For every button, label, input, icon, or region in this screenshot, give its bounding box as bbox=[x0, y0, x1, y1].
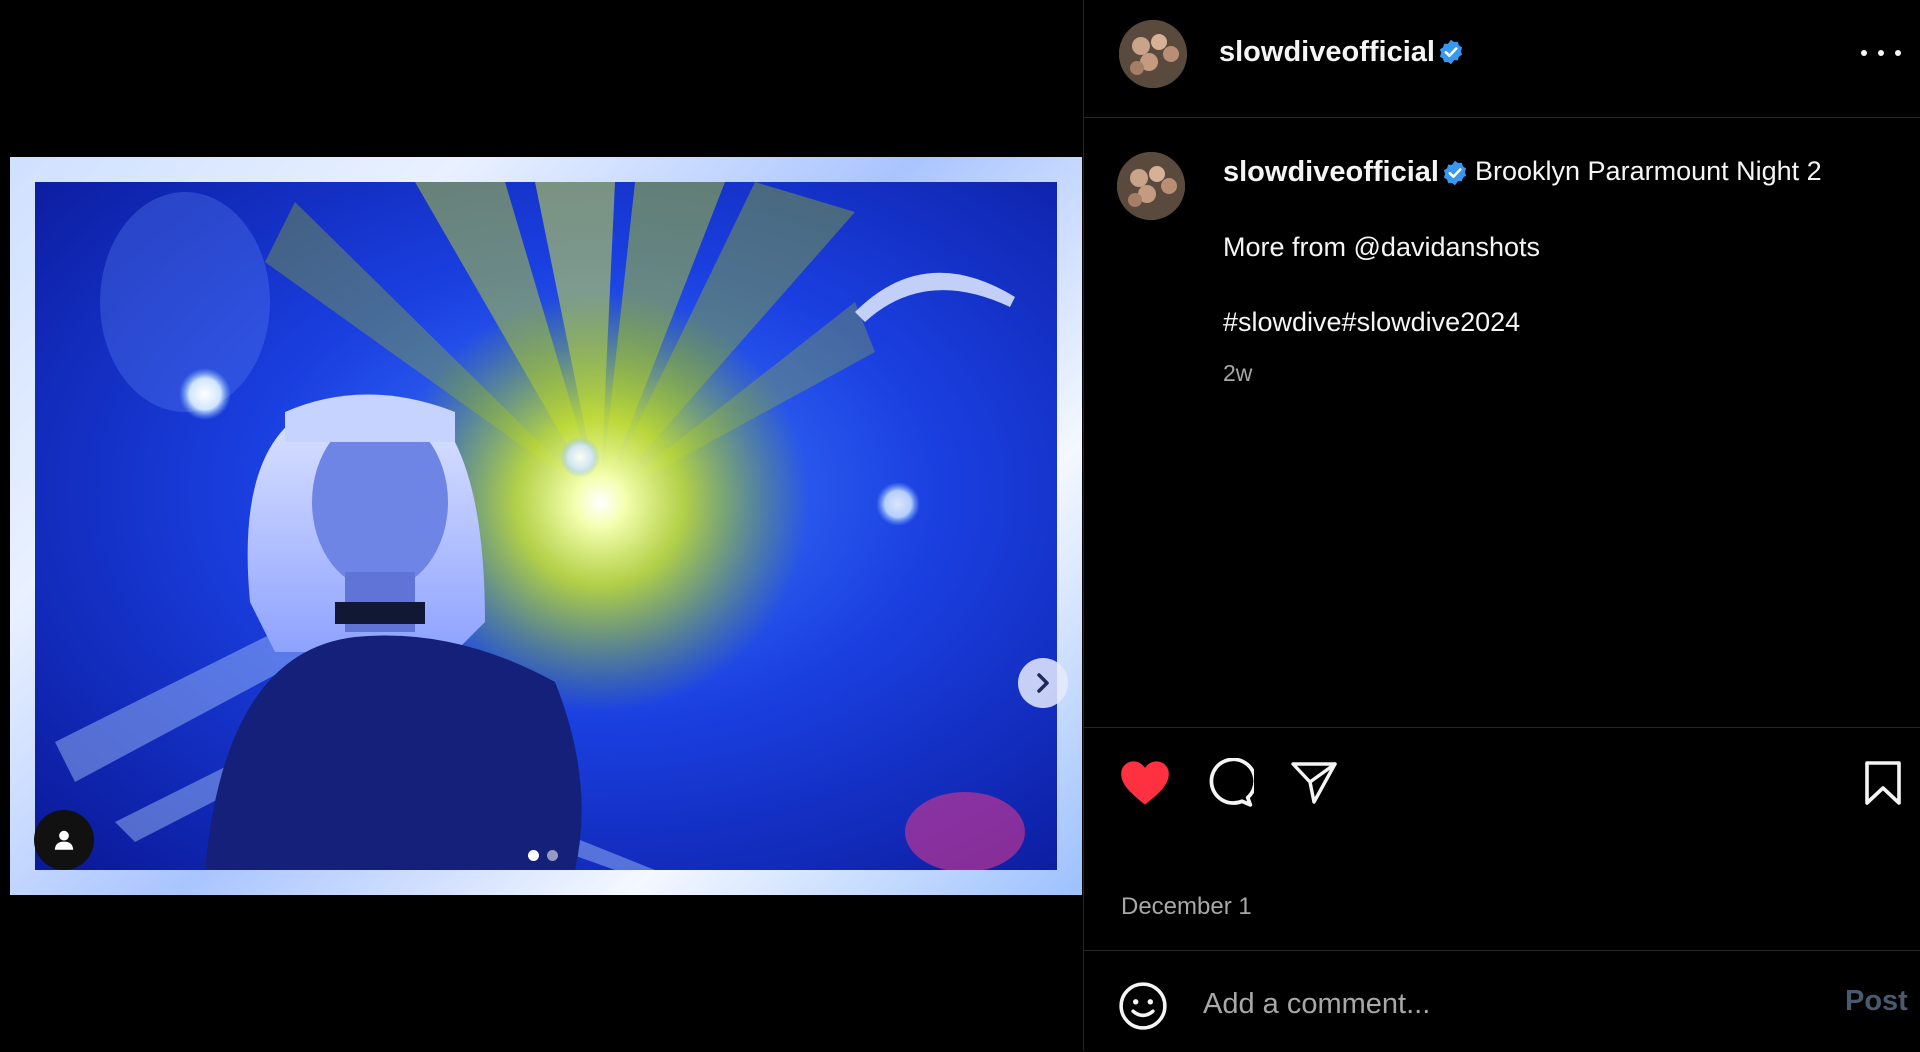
caption-hashtags[interactable]: #slowdive#slowdive2024 bbox=[1223, 307, 1520, 338]
caption-username[interactable]: slowdiveofficial bbox=[1223, 156, 1439, 189]
author-username[interactable]: slowdiveofficial bbox=[1219, 36, 1435, 69]
comment-bar: Post bbox=[1084, 950, 1920, 1052]
heart-filled-icon[interactable] bbox=[1119, 759, 1171, 807]
comment-input[interactable] bbox=[1201, 983, 1775, 1025]
carousel-indicator bbox=[528, 850, 558, 861]
caption-title: Brooklyn Pararmount Night 2 bbox=[1475, 156, 1822, 186]
caption-age: 2w bbox=[1223, 360, 1253, 386]
avatar-image bbox=[1117, 152, 1185, 220]
bookmark-icon[interactable] bbox=[1863, 760, 1903, 806]
more-options-button[interactable] bbox=[1861, 40, 1901, 66]
carousel-dot-active bbox=[528, 850, 539, 861]
post-date: December 1 bbox=[1121, 893, 1252, 920]
next-slide-button[interactable] bbox=[1018, 658, 1068, 708]
caption-avatar[interactable] bbox=[1117, 152, 1185, 220]
post-header: slowdiveofficial bbox=[1084, 0, 1920, 118]
comment-bubble-icon[interactable] bbox=[1204, 758, 1254, 808]
photo-frame bbox=[10, 157, 1082, 895]
post-photo[interactable] bbox=[35, 182, 1057, 870]
verified-badge-icon bbox=[1443, 160, 1467, 186]
media-column bbox=[0, 0, 1083, 1051]
more-options-icon bbox=[1861, 50, 1867, 56]
caption-mention-line: More from @davidanshots bbox=[1223, 232, 1541, 262]
user-tag-icon bbox=[54, 830, 74, 850]
concert-photo-image bbox=[35, 182, 1057, 870]
post-comment-button[interactable]: Post bbox=[1845, 985, 1908, 1018]
verified-badge-icon bbox=[1439, 39, 1463, 65]
send-paper-plane-icon[interactable] bbox=[1290, 760, 1338, 806]
post-actions: December 1 bbox=[1084, 727, 1920, 954]
emoji-smile-icon[interactable] bbox=[1118, 981, 1168, 1031]
author-avatar[interactable] bbox=[1119, 20, 1187, 88]
post-side-panel: slowdiveofficial slowdiveofficial Brookl… bbox=[1083, 0, 1920, 1051]
carousel-dot bbox=[547, 850, 558, 861]
avatar-image bbox=[1119, 20, 1187, 88]
chevron-right-icon bbox=[1037, 673, 1049, 693]
tagged-users-button[interactable] bbox=[34, 810, 94, 870]
